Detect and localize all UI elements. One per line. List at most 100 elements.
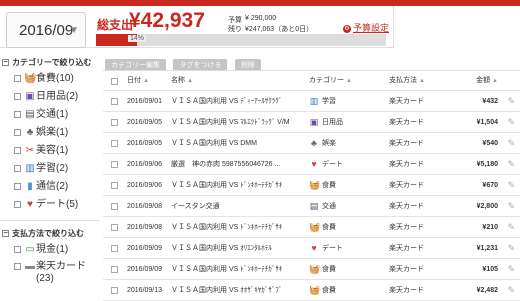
basket-icon: 🧺 bbox=[24, 73, 37, 84]
edit-pencil-icon[interactable]: ✎ bbox=[507, 196, 515, 217]
edit-pencil-icon[interactable]: ✎ bbox=[507, 112, 515, 133]
month-selector[interactable]: 2016/09 ▼ bbox=[6, 12, 86, 48]
remaining-label: 残り bbox=[228, 26, 242, 33]
sort-icon: ▲ bbox=[142, 78, 149, 84]
row-checkbox[interactable] bbox=[111, 287, 118, 294]
budget-settings-link[interactable]: ⚙ 予算設定 bbox=[343, 21, 389, 34]
column-header-amount[interactable]: 金額 ▲ bbox=[476, 71, 498, 91]
table-row[interactable]: 2016/09/08 イースタン交通 ▤ 交通 楽天カード ¥2,800 ✎ bbox=[103, 196, 520, 217]
row-checkbox[interactable] bbox=[111, 266, 118, 273]
category-filter-item[interactable]: ▥ 学習(2) bbox=[0, 160, 100, 178]
row-name: ＶＩＳＡ国内利用 VS ﾄﾞﾝｷﾎｰﾃﾁｶﾞｻｷ bbox=[171, 182, 283, 189]
row-checkbox[interactable] bbox=[111, 140, 118, 147]
heart-icon: ♥ bbox=[311, 243, 317, 254]
edit-pencil-icon[interactable]: ✎ bbox=[507, 280, 515, 301]
filter-checkbox[interactable] bbox=[14, 263, 21, 270]
row-amount: ¥540 bbox=[482, 140, 498, 147]
category-filter-item[interactable]: ▤ 交通(1) bbox=[0, 106, 100, 124]
filter-checkbox[interactable] bbox=[14, 75, 21, 82]
category-filter-title[interactable]: − カテゴリーで絞り込む bbox=[0, 56, 100, 70]
row-category[interactable]: 🧺 食費 bbox=[309, 259, 336, 280]
row-date: 2016/09/06 bbox=[127, 182, 163, 189]
table-row[interactable]: 2016/09/05 ＶＩＳＡ国内利用 VS DMM ♣ 娯楽 楽天カード ¥540 ✎ bbox=[103, 133, 520, 154]
filter-checkbox[interactable] bbox=[14, 129, 21, 136]
summary-header: 2016/09 ▼ 総支出 ¥42,937 予算 ¥ 290,000 残り ¥2… bbox=[0, 6, 520, 48]
row-checkbox[interactable] bbox=[111, 224, 118, 231]
column-header-category-label: カテゴリー bbox=[309, 77, 344, 84]
table-row[interactable]: 2016/09/13 ＶＩＳＡ国内利用 VS ｵｵｻﾞｷﾔｶﾞｻﾞﾌﾞ 🧺 食費 楽天カ… bbox=[103, 280, 520, 301]
row-checkbox[interactable] bbox=[111, 98, 118, 105]
row-checkbox[interactable] bbox=[111, 245, 118, 252]
row-name: ＶＩＳＡ国内利用 VS ｵｵｻﾞｷﾔｶﾞｻﾞﾌﾞ bbox=[171, 287, 283, 294]
row-category[interactable]: ♣ 娯楽 bbox=[309, 133, 336, 154]
filter-checkbox[interactable] bbox=[14, 111, 21, 118]
table-row[interactable]: 2016/09/06 厳選 神の赤肉 5987556046726 ... ♥ デート 楽… bbox=[103, 154, 520, 175]
column-header-category[interactable]: カテゴリー ▲ bbox=[309, 71, 352, 91]
table-row[interactable]: 2016/09/01 ＶＩＳＡ国内利用 VS ﾃﾞｨｰｱｰﾙｻｸﾗｸﾞ ▥ 学習 楽天カ… bbox=[103, 91, 520, 112]
row-category[interactable]: 🧺 食費 bbox=[309, 280, 336, 301]
filter-checkbox[interactable] bbox=[14, 201, 21, 208]
row-checkbox[interactable] bbox=[111, 203, 118, 210]
edit-pencil-icon[interactable]: ✎ bbox=[507, 217, 515, 238]
filter-checkbox[interactable] bbox=[14, 183, 21, 190]
select-all-checkbox[interactable] bbox=[111, 78, 118, 85]
sort-icon: ▲ bbox=[418, 78, 425, 84]
payment-filter-title[interactable]: − 支払方法で絞り込む bbox=[0, 227, 100, 241]
category-filter-item[interactable]: ▮ 通信(2) bbox=[0, 178, 100, 196]
row-category[interactable]: 🧺 食費 bbox=[309, 217, 336, 238]
table-row[interactable]: 2016/09/09 ＶＩＳＡ国内利用 VS ｵﾘｴﾝﾀﾙﾎﾃﾙ ♥ デート 楽天カード… bbox=[103, 238, 520, 259]
edit-pencil-icon[interactable]: ✎ bbox=[507, 175, 515, 196]
category-filter-item[interactable]: 🧺 食費(10) bbox=[0, 70, 100, 88]
category-filter-item[interactable]: ♣ 娯楽(1) bbox=[0, 124, 100, 142]
row-name: ＶＩＳＡ国内利用 VS ｵﾘｴﾝﾀﾙﾎﾃﾙ bbox=[171, 245, 272, 252]
sidebar-divider bbox=[0, 220, 100, 221]
column-header-name[interactable]: 名称 ▲ bbox=[171, 71, 301, 91]
filter-checkbox[interactable] bbox=[14, 93, 21, 100]
column-header-date[interactable]: 日付 ▲ bbox=[127, 71, 149, 91]
edit-pencil-icon[interactable]: ✎ bbox=[507, 91, 515, 112]
table-row[interactable]: 2016/09/05 ＶＩＳＡ国内利用 VS ﾏﾙｴﾂﾄﾞﾗｯｸﾞ V/M ▣ 日用品… bbox=[103, 112, 520, 133]
filter-checkbox[interactable] bbox=[14, 165, 21, 172]
column-header-payment[interactable]: 支払方法 ▲ bbox=[389, 71, 425, 91]
edit-pencil-icon[interactable]: ✎ bbox=[507, 238, 515, 259]
filter-sidebar: − カテゴリーで絞り込む 🧺 食費(10) ▣ 日用品(2) ▤ 交通(1) ♣ 娯楽(1) ✂ 美… bbox=[0, 56, 100, 300]
category-filter-item[interactable]: ✂ 美容(1) bbox=[0, 142, 100, 160]
row-payment: 楽天カード bbox=[389, 287, 424, 294]
edit-pencil-icon[interactable]: ✎ bbox=[507, 133, 515, 154]
row-amount: ¥2,800 bbox=[476, 203, 498, 210]
toolbar: カテゴリー編集 タグをつける 削除 bbox=[105, 54, 264, 72]
cash-icon: ▭ bbox=[25, 244, 35, 255]
row-category[interactable]: ▣ 日用品 bbox=[309, 112, 343, 133]
row-checkbox[interactable] bbox=[111, 161, 118, 168]
row-category[interactable]: 🧺 食費 bbox=[309, 175, 336, 196]
category-filter-label: 日用品(2) bbox=[36, 91, 79, 102]
collapse-icon: − bbox=[2, 59, 9, 67]
edit-pencil-icon[interactable]: ✎ bbox=[507, 259, 515, 280]
category-filter-label: 食費(10) bbox=[36, 73, 74, 84]
table-row[interactable]: 2016/09/08 ＶＩＳＡ国内利用 VS ﾄﾞﾝｷﾎｰﾃﾁｶﾞｻｷ 🧺 食費 楽天カ… bbox=[103, 217, 520, 238]
sort-icon: ▲ bbox=[186, 78, 193, 84]
basket-icon: 🧺 bbox=[309, 264, 321, 275]
row-checkbox[interactable] bbox=[111, 182, 118, 189]
table-row[interactable]: 2016/09/06 ＶＩＳＡ国内利用 VS ﾄﾞﾝｷﾎｰﾃﾁｶﾞｻｷ 🧺 食費 楽天カ… bbox=[103, 175, 520, 196]
row-name: ＶＩＳＡ国内利用 VS ﾄﾞﾝｷﾎｰﾃﾁｶﾞｻｷ bbox=[171, 224, 283, 231]
payment-filter-title-label: 支払方法で絞り込む bbox=[12, 229, 84, 238]
category-filter-label: 交通(1) bbox=[36, 109, 69, 120]
heart-icon: ♥ bbox=[27, 199, 33, 210]
filter-checkbox[interactable] bbox=[14, 246, 21, 253]
payment-filter-item[interactable]: ▭ 現金(1) bbox=[0, 241, 100, 258]
filter-checkbox[interactable] bbox=[14, 147, 21, 154]
edit-pencil-icon[interactable]: ✎ bbox=[507, 154, 515, 175]
payment-filter-item[interactable]: ▬ 楽天カード (23) bbox=[0, 258, 100, 288]
row-category[interactable]: ▥ 学習 bbox=[309, 91, 336, 112]
table-row[interactable]: 2016/09/09 ＶＩＳＡ国内利用 VS ﾄﾞﾝｷﾎｰﾃﾁｶﾞｻｷ 🧺 食費 楽天カ… bbox=[103, 259, 520, 280]
row-category[interactable]: ♥ デート bbox=[309, 154, 343, 175]
row-checkbox[interactable] bbox=[111, 119, 118, 126]
chevron-down-icon: ▼ bbox=[69, 25, 79, 36]
row-amount: ¥432 bbox=[482, 98, 498, 105]
category-filter-item[interactable]: ♥ デート(5) bbox=[0, 196, 100, 214]
row-amount: ¥1,231 bbox=[476, 245, 498, 252]
row-category[interactable]: ▤ 交通 bbox=[309, 196, 336, 217]
category-filter-item[interactable]: ▣ 日用品(2) bbox=[0, 88, 100, 106]
row-category[interactable]: ♥ デート bbox=[309, 238, 343, 259]
